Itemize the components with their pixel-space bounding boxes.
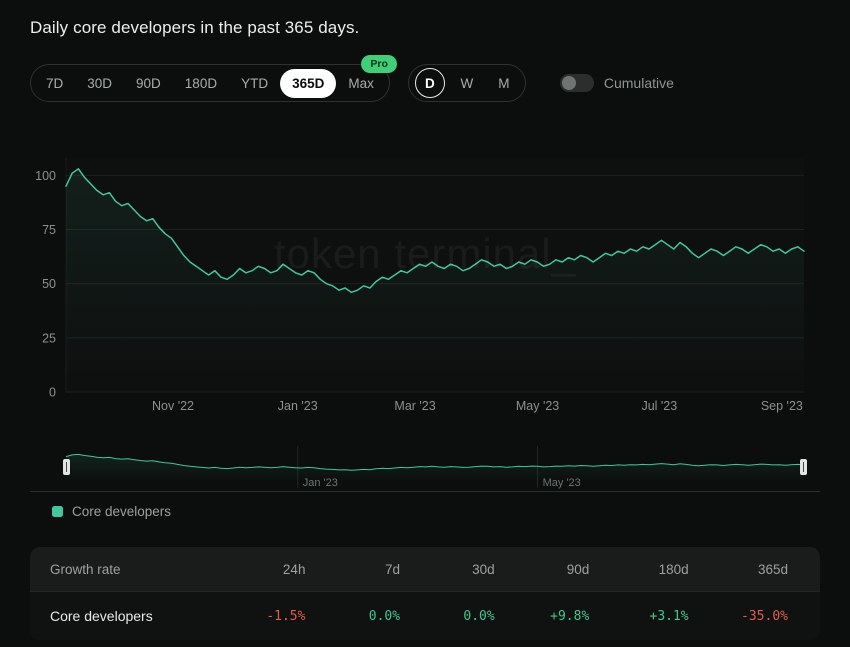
- growth-rate-table: Growth rate 24h 7d 30d 90d 180d 365d Cor…: [30, 547, 820, 640]
- chart-navigator[interactable]: Jan '23May '23: [30, 446, 820, 492]
- interval-weekly[interactable]: W: [452, 68, 482, 98]
- legend-item-core-developers[interactable]: Core developers: [30, 504, 171, 519]
- svg-text:Jul '23: Jul '23: [641, 399, 677, 413]
- range-selector: 7D 30D 90D 180D YTD 365D Max Pro: [30, 64, 390, 102]
- range-90d[interactable]: 90D: [124, 69, 173, 98]
- cumulative-label: Cumulative: [604, 75, 674, 91]
- toggle-switch-icon[interactable]: [560, 74, 594, 92]
- svg-text:May '23: May '23: [516, 399, 559, 413]
- page-title: Daily core developers in the past 365 da…: [30, 18, 820, 38]
- svg-text:Jan '23: Jan '23: [278, 399, 318, 413]
- toggle-knob: [562, 76, 576, 90]
- table-header-180d: 180d: [589, 562, 688, 577]
- navigator-chart[interactable]: Jan '23May '23: [30, 446, 820, 492]
- growth-7d: 0.0%: [305, 609, 400, 624]
- svg-text:Sep '23: Sep '23: [761, 399, 803, 413]
- svg-text:75: 75: [42, 223, 56, 237]
- navigator-handle-right[interactable]: [800, 459, 807, 475]
- range-30d[interactable]: 30D: [75, 69, 124, 98]
- svg-text:Mar '23: Mar '23: [394, 399, 435, 413]
- table-header-growth-rate: Growth rate: [50, 562, 211, 577]
- row-label-core-developers: Core developers: [50, 608, 211, 624]
- growth-180d: +3.1%: [589, 609, 688, 624]
- growth-24h: -1.5%: [211, 609, 306, 624]
- svg-text:100: 100: [35, 169, 56, 183]
- growth-365d: -35.0%: [689, 609, 788, 624]
- cumulative-toggle[interactable]: Cumulative: [560, 74, 674, 92]
- table-header-24h: 24h: [211, 562, 306, 577]
- interval-daily[interactable]: D: [415, 68, 445, 98]
- main-chart[interactable]: 0 25 50 75 100 Nov '22 Jan '23 Mar '23 May '23 Ju…: [30, 140, 820, 416]
- table-row: Core developers -1.5% 0.0% 0.0% +9.8% +3…: [30, 591, 820, 640]
- svg-text:Nov '22: Nov '22: [152, 399, 194, 413]
- table-header-7d: 7d: [305, 562, 400, 577]
- range-180d[interactable]: 180D: [173, 69, 229, 98]
- svg-text:25: 25: [42, 331, 56, 345]
- range-365d[interactable]: 365D: [280, 69, 336, 98]
- interval-monthly[interactable]: M: [489, 68, 519, 98]
- svg-text:0: 0: [49, 386, 56, 400]
- svg-text:50: 50: [42, 277, 56, 291]
- page-container: Daily core developers in the past 365 da…: [0, 0, 850, 640]
- pro-badge: Pro: [361, 55, 397, 73]
- table-header-365d: 365d: [689, 562, 788, 577]
- legend: Core developers: [30, 504, 820, 519]
- legend-label: Core developers: [72, 504, 171, 519]
- range-7d[interactable]: 7D: [34, 69, 75, 98]
- growth-90d: +9.8%: [495, 609, 590, 624]
- interval-selector: D W M: [408, 64, 526, 102]
- growth-30d: 0.0%: [400, 609, 495, 624]
- toolbar: 7D 30D 90D 180D YTD 365D Max Pro D W M C…: [30, 64, 820, 102]
- table-header-90d: 90d: [495, 562, 590, 577]
- table-header-row: Growth rate 24h 7d 30d 90d 180d 365d: [30, 547, 820, 591]
- navigator-handle-left[interactable]: [63, 459, 70, 475]
- table-header-30d: 30d: [400, 562, 495, 577]
- range-ytd[interactable]: YTD: [229, 69, 280, 98]
- chart-area: 0 25 50 75 100 Nov '22 Jan '23 Mar '23 May '23 Ju…: [30, 140, 820, 416]
- legend-swatch-icon: [52, 506, 63, 517]
